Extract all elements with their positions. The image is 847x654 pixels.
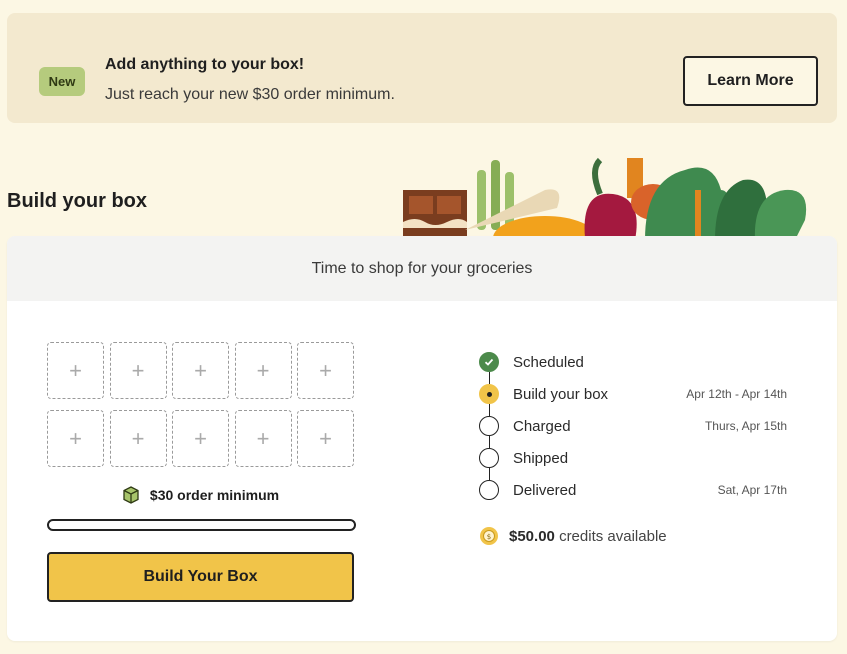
timeline-step-shipped: Shipped [477, 442, 787, 480]
pending-step-icon [479, 416, 499, 436]
promo-banner: New Add anything to your box! Just reach… [7, 13, 837, 123]
plus-icon: + [194, 425, 207, 451]
build-box-card: Time to shop for your groceries + + + + … [7, 236, 837, 641]
check-icon [479, 352, 499, 372]
timeline-step-scheduled: Scheduled [477, 346, 787, 384]
empty-slot[interactable]: + [234, 342, 292, 399]
plus-icon: + [256, 425, 270, 451]
plus-icon: + [319, 425, 332, 451]
order-timeline: Scheduled Build your box Apr 12th - Apr … [477, 346, 787, 506]
step-label: Delivered [513, 481, 577, 499]
empty-slot[interactable]: + [297, 342, 354, 399]
step-label: Scheduled [513, 353, 584, 371]
step-date: Sat, Apr 17th [717, 483, 787, 497]
plus-icon: + [256, 357, 270, 383]
banner-subtitle: Just reach your new $30 order minimum. [105, 86, 395, 103]
timeline-step-charged: Charged Thurs, Apr 15th [477, 410, 787, 448]
credits-text: credits available [559, 527, 667, 545]
order-minimum: $30 order minimum [47, 486, 354, 504]
coin-icon: $ [480, 527, 498, 545]
current-step-icon [479, 384, 499, 404]
step-label: Build your box [513, 385, 609, 403]
learn-more-button[interactable]: Learn More [683, 56, 818, 106]
plus-icon: + [69, 357, 82, 383]
plus-icon: + [194, 357, 207, 383]
credits-available: $ $50.00 credits available [479, 526, 667, 546]
groceries-illustration [403, 157, 807, 240]
banner-title: Add anything to your box! [105, 56, 305, 73]
build-your-box-button[interactable]: Build Your Box [47, 552, 354, 602]
empty-slot[interactable]: + [47, 410, 104, 467]
credits-amount: $50.00 [509, 527, 555, 545]
step-label: Charged [513, 417, 571, 435]
step-date: Thurs, Apr 15th [704, 419, 787, 433]
plus-icon: + [69, 425, 82, 451]
empty-slot[interactable]: + [297, 410, 354, 467]
order-progress-bar [47, 519, 356, 531]
step-label: Shipped [513, 449, 569, 467]
card-header: Time to shop for your groceries [7, 236, 837, 301]
plus-icon: + [131, 357, 145, 383]
empty-slot[interactable]: + [47, 342, 104, 399]
empty-slot[interactable]: + [234, 410, 292, 467]
pending-step-icon [479, 480, 499, 500]
new-badge: New [39, 67, 85, 96]
step-date: Apr 12th - Apr 14th [686, 387, 787, 401]
box-slots-grid: + + + + + + + + + + [47, 342, 357, 467]
order-minimum-label: $30 order minimum [149, 487, 280, 503]
empty-slot[interactable]: + [109, 410, 167, 467]
plus-icon: + [131, 425, 145, 451]
svg-text:$: $ [487, 533, 491, 541]
timeline-step-build: Build your box Apr 12th - Apr 14th [477, 378, 787, 416]
empty-slot[interactable]: + [109, 342, 167, 399]
box-icon [123, 486, 139, 504]
page-title: Build your box [7, 190, 147, 212]
timeline-step-delivered: Delivered Sat, Apr 17th [477, 474, 787, 506]
empty-slot[interactable]: + [172, 342, 229, 399]
empty-slot[interactable]: + [172, 410, 229, 467]
pending-step-icon [479, 448, 499, 468]
plus-icon: + [319, 357, 332, 383]
